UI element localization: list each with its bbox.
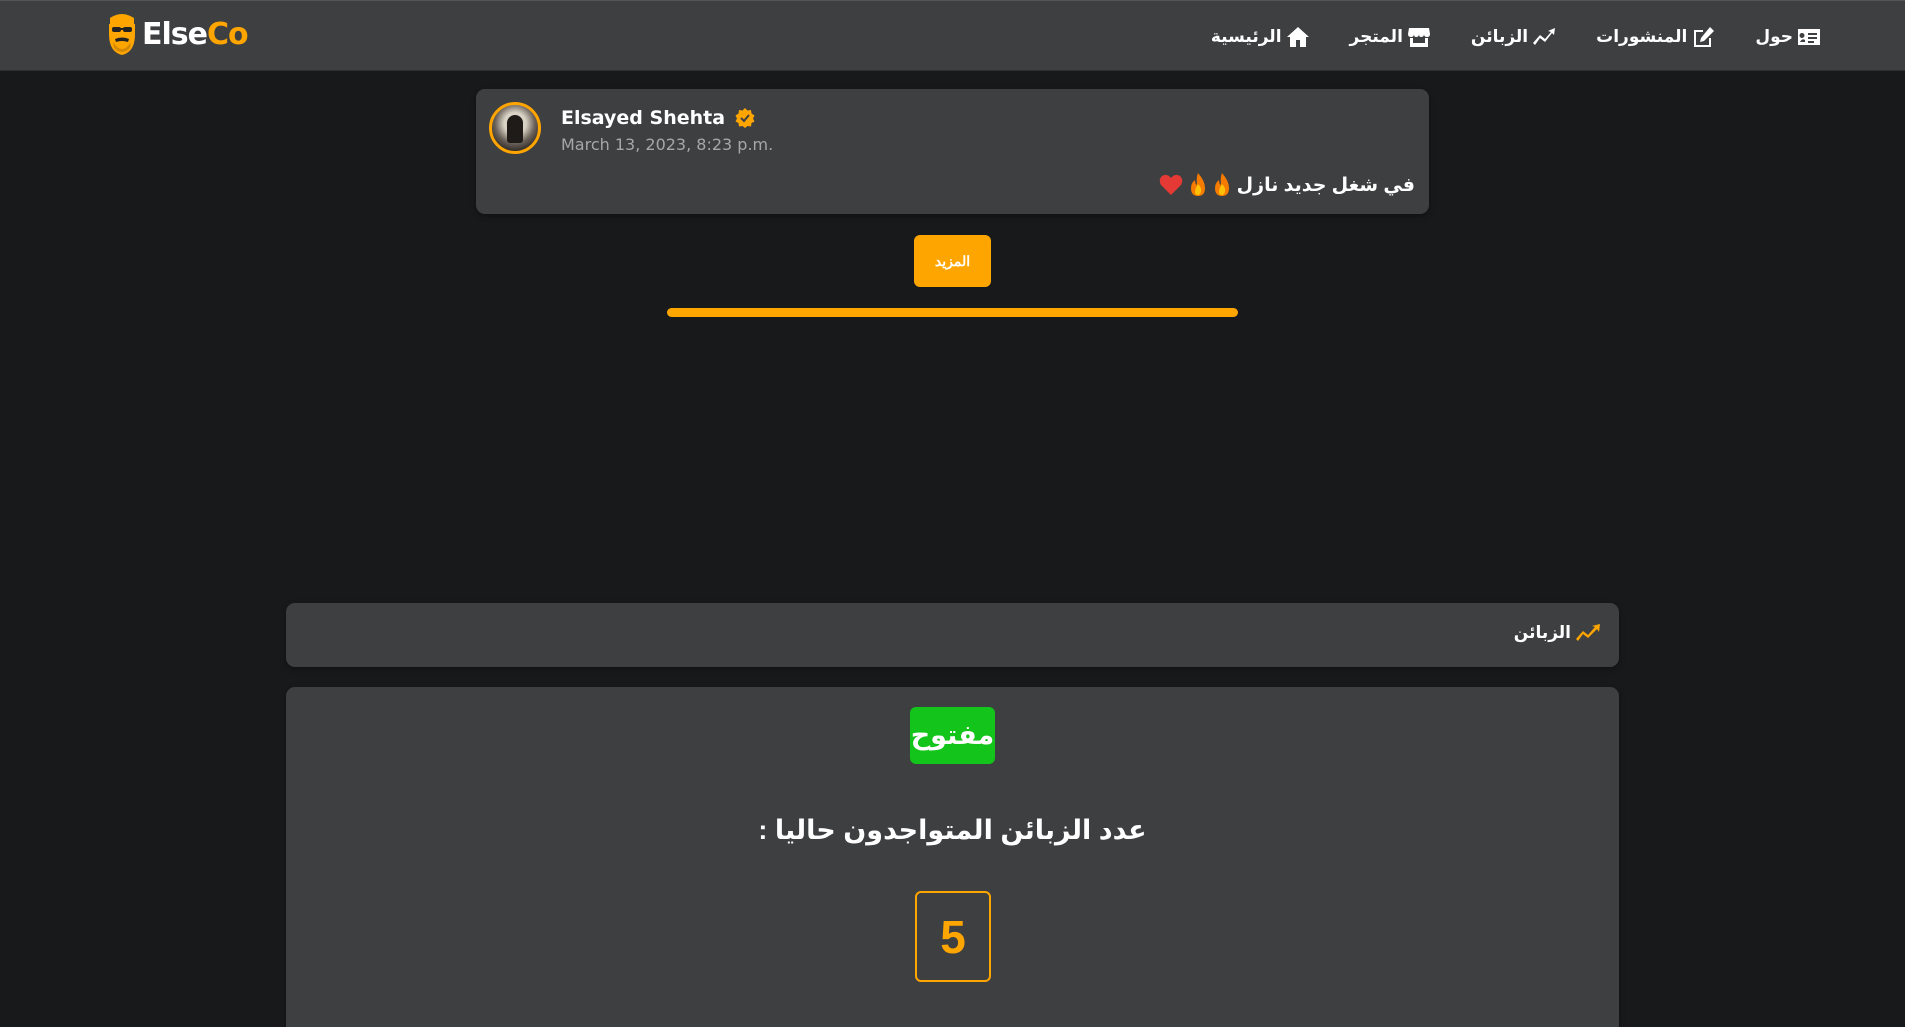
post-body: في شغل جديد نازل bbox=[1159, 173, 1415, 197]
author-name-row: Elsayed Shehta bbox=[561, 107, 755, 129]
section-divider bbox=[667, 308, 1238, 317]
nav-customers-label: الزبائن bbox=[1470, 27, 1529, 46]
store-status-badge: مفتوح bbox=[910, 707, 995, 764]
customers-title-label: الزبائن bbox=[1513, 623, 1571, 642]
bearded-man-logo-icon bbox=[109, 14, 135, 55]
brand-name: ElseCo bbox=[142, 16, 249, 52]
nav-home[interactable]: الرئيسية bbox=[1211, 26, 1310, 48]
main-nav: الرئيسية المتجر الزبائن المنشورات حول bbox=[1211, 19, 1821, 55]
author-name[interactable]: Elsayed Shehta bbox=[561, 107, 725, 129]
load-more-button[interactable]: المزيد bbox=[914, 235, 991, 287]
customers-section-header: الزبائن bbox=[286, 603, 1619, 667]
home-icon bbox=[1286, 27, 1309, 47]
customers-section-title: الزبائن bbox=[1514, 623, 1601, 643]
nav-home-label: الرئيسية bbox=[1210, 27, 1282, 46]
flame-emoji-icon bbox=[1190, 173, 1205, 196]
nav-about-label: حول bbox=[1755, 27, 1793, 46]
heart-emoji-icon bbox=[1159, 174, 1182, 195]
nav-store-label: المتجر bbox=[1349, 27, 1403, 46]
top-navbar: ElseCo الرئيسية المتجر الزبائن المنشورات… bbox=[0, 0, 1905, 71]
nav-customers[interactable]: الزبائن bbox=[1471, 26, 1556, 48]
post-date: March 13, 2023, 8:23 p.m. bbox=[561, 135, 774, 154]
customers-card: مفتوح عدد الزبائن المتواجدون حاليا : 5 bbox=[286, 687, 1619, 1027]
customers-count-label: عدد الزبائن المتواجدون حاليا : bbox=[758, 815, 1147, 845]
nav-about[interactable]: حول bbox=[1755, 26, 1821, 48]
customers-count-value: 5 bbox=[915, 891, 991, 982]
store-icon bbox=[1407, 28, 1430, 47]
nav-store[interactable]: المتجر bbox=[1350, 26, 1431, 48]
post-text: في شغل جديد نازل bbox=[1236, 174, 1415, 196]
id-card-icon bbox=[1798, 29, 1820, 45]
verified-badge-icon bbox=[735, 108, 755, 128]
brand-logo-link[interactable]: ElseCo bbox=[106, 11, 249, 57]
nav-posts[interactable]: المنشورات bbox=[1596, 26, 1715, 48]
trend-up-icon bbox=[1533, 28, 1556, 45]
trend-up-icon bbox=[1576, 624, 1600, 641]
edit-icon bbox=[1694, 27, 1715, 47]
flame-emoji-icon bbox=[1214, 173, 1229, 196]
author-avatar[interactable] bbox=[489, 102, 541, 154]
post-card: Elsayed Shehta March 13, 2023, 8:23 p.m.… bbox=[476, 89, 1429, 214]
nav-posts-label: المنشورات bbox=[1596, 27, 1688, 46]
